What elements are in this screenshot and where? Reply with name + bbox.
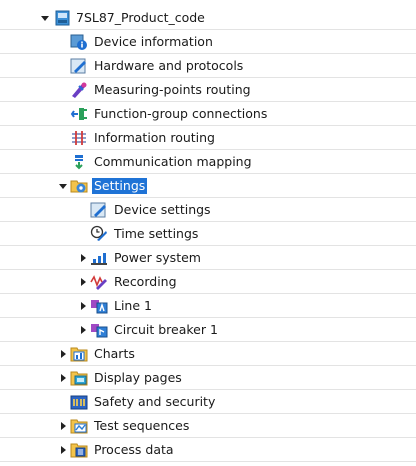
tree-label: Communication mapping: [94, 154, 252, 169]
charts-folder-icon: [70, 345, 88, 363]
tree-label-selected: Settings: [92, 178, 148, 194]
tree-label: Information routing: [94, 130, 215, 145]
tree-item-test-sequences[interactable]: Test sequences: [0, 414, 416, 438]
line-function-icon: [90, 297, 108, 315]
tree-label: Device information: [94, 34, 213, 49]
tree-item-display-pages[interactable]: Display pages: [0, 366, 416, 390]
tree-item-information-routing[interactable]: Information routing: [0, 126, 416, 150]
tree-label: Circuit breaker 1: [114, 322, 218, 337]
tree-label-root: 7SL87_Product_code: [76, 10, 205, 25]
project-tree: 7SL87_Product_code Device information Ha…: [0, 0, 416, 466]
chevron-right-icon[interactable]: [78, 325, 88, 335]
tree-item-circuit-breaker-1[interactable]: Circuit breaker 1: [0, 318, 416, 342]
tree-label: Charts: [94, 346, 135, 361]
tree-item-charts[interactable]: Charts: [0, 342, 416, 366]
tree-label: Process data: [94, 442, 174, 457]
tree-label: Time settings: [114, 226, 199, 241]
tree-label: Function-group connections: [94, 106, 268, 121]
process-data-folder-icon: [70, 441, 88, 459]
tree-node-root[interactable]: 7SL87_Product_code: [0, 6, 416, 30]
safety-security-icon: [70, 393, 88, 411]
tree-item-measuring-points-routing[interactable]: Measuring-points routing: [0, 78, 416, 102]
test-sequences-folder-icon: [70, 417, 88, 435]
tree-label: Test sequences: [94, 418, 190, 433]
tree-item-device-information[interactable]: Device information: [0, 30, 416, 54]
power-system-icon: [90, 249, 108, 267]
tree-item-power-system[interactable]: Power system: [0, 246, 416, 270]
connection-icon: [70, 105, 88, 123]
tree-item-line-1[interactable]: Line 1: [0, 294, 416, 318]
communication-mapping-icon: [70, 153, 88, 171]
chevron-down-icon[interactable]: [40, 13, 50, 23]
recording-icon: [90, 273, 108, 291]
chevron-right-icon[interactable]: [78, 301, 88, 311]
tree-item-hardware-and-protocols[interactable]: Hardware and protocols: [0, 54, 416, 78]
display-pages-folder-icon: [70, 369, 88, 387]
tree-item-time-settings[interactable]: Time settings: [0, 222, 416, 246]
settings-folder-icon: [70, 177, 88, 195]
tree-label: Power system: [114, 250, 201, 265]
information-routing-icon: [70, 129, 88, 147]
tree-item-process-data[interactable]: Process data: [0, 438, 416, 462]
measuring-points-icon: [70, 81, 88, 99]
chevron-right-icon[interactable]: [58, 373, 68, 383]
tree-item-device-settings[interactable]: Device settings: [0, 198, 416, 222]
tree-label: Display pages: [94, 370, 182, 385]
device-information-icon: [70, 33, 88, 51]
chevron-right-icon[interactable]: [58, 421, 68, 431]
tree-label: Measuring-points routing: [94, 82, 251, 97]
clock-icon: [90, 225, 108, 243]
chevron-down-icon[interactable]: [58, 181, 68, 191]
tree-label: Safety and security: [94, 394, 216, 409]
chevron-right-icon[interactable]: [78, 277, 88, 287]
device-icon: [54, 9, 72, 27]
device-settings-icon: [90, 201, 108, 219]
tree-item-settings[interactable]: Settings: [0, 174, 416, 198]
chevron-right-icon[interactable]: [58, 445, 68, 455]
tree-item-communication-mapping[interactable]: Communication mapping: [0, 150, 416, 174]
tree-label: Device settings: [114, 202, 211, 217]
tree-item-safety-and-security[interactable]: Safety and security: [0, 390, 416, 414]
tree-item-recording[interactable]: Recording: [0, 270, 416, 294]
hardware-edit-icon: [70, 57, 88, 75]
chevron-right-icon[interactable]: [78, 253, 88, 263]
tree-item-function-group-connections[interactable]: Function-group connections: [0, 102, 416, 126]
tree-label: Hardware and protocols: [94, 58, 244, 73]
tree-label: Recording: [114, 274, 177, 289]
chevron-right-icon[interactable]: [58, 349, 68, 359]
tree-label: Line 1: [114, 298, 152, 313]
circuit-breaker-icon: [90, 321, 108, 339]
